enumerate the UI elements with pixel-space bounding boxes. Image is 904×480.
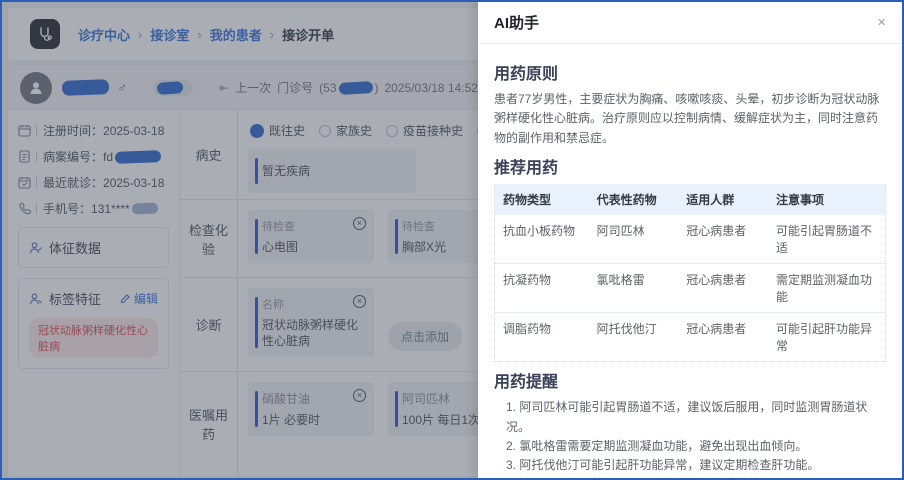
column-header: 注意事项 bbox=[768, 184, 885, 215]
table-cell: 冠心病患者 bbox=[678, 313, 768, 361]
table-header-row: 药物类型 代表性药物 适用人群 注意事项 bbox=[495, 184, 885, 215]
column-header: 适用人群 bbox=[678, 184, 768, 215]
table-row: 抗血小板药物 阿司匹林 冠心病患者 可能引起胃肠道不适 bbox=[495, 215, 885, 264]
reminders-list: 1. 阿司匹林可能引起胃肠道不适，建议饭后服用，同时监测胃肠道状况。 2. 氯吡… bbox=[506, 398, 886, 478]
table-cell: 调脂药物 bbox=[495, 313, 589, 361]
reminder-item: 2. 氯吡格雷需要定期监测凝血功能，避免出现出血倾向。 bbox=[506, 437, 886, 456]
table-row: 调脂药物 阿托伐他汀 冠心病患者 可能引起肝功能异常 bbox=[495, 313, 885, 361]
ai-drawer-body: 用药原则 患者77岁男性，主要症状为胸痛、咳嗽咳痰、头晕，初步诊断为冠状动脉粥样… bbox=[478, 44, 902, 478]
table-cell: 需定期监测凝血功能 bbox=[768, 264, 885, 312]
table-cell: 阿托伐他汀 bbox=[589, 313, 679, 361]
main-page: 诊疗中心 › 接诊室 › 我的患者 › 接诊开单 ♂ ⇤ 上一次 bbox=[2, 2, 478, 478]
table-cell: 抗血小板药物 bbox=[495, 215, 589, 263]
recommend-heading: 推荐用药 bbox=[494, 154, 886, 178]
table-cell: 阿司匹林 bbox=[589, 215, 679, 263]
ai-assistant-drawer: AI助手 × 用药原则 患者77岁男性，主要症状为胸痛、咳嗽咳痰、头晕，初步诊断… bbox=[478, 2, 902, 478]
reminder-item: 3. 阿托伐他汀可能引起肝功能异常，建议定期检查肝功能。 bbox=[506, 456, 886, 475]
reminders-heading: 用药提醒 bbox=[494, 368, 886, 392]
principles-text: 患者77岁男性，主要症状为胸痛、咳嗽咳痰、头晕，初步诊断为冠状动脉粥样硬化性心脏… bbox=[494, 90, 886, 148]
reminder-item: 1. 阿司匹林可能引起胃肠道不适，建议饭后服用，同时监测胃肠道状况。 bbox=[506, 398, 886, 436]
ai-drawer-title: AI助手 bbox=[494, 12, 539, 33]
table-cell: 冠心病患者 bbox=[678, 215, 768, 263]
table-cell: 冠心病患者 bbox=[678, 264, 768, 312]
table-cell: 可能引起胃肠道不适 bbox=[768, 215, 885, 263]
reminder-item: 4. 请遵医嘱服用药物，不可随意增减剂量或停药。 bbox=[506, 475, 886, 478]
table-cell: 抗凝药物 bbox=[495, 264, 589, 312]
table-cell: 可能引起肝功能异常 bbox=[768, 313, 885, 361]
recommend-table: 药物类型 代表性药物 适用人群 注意事项 抗血小板药物 阿司匹林 冠心病患者 可… bbox=[494, 184, 886, 362]
close-icon[interactable]: × bbox=[877, 15, 886, 30]
dim-overlay bbox=[2, 2, 478, 478]
column-header: 药物类型 bbox=[495, 184, 589, 215]
column-header: 代表性药物 bbox=[589, 184, 679, 215]
ai-drawer-header: AI助手 × bbox=[478, 2, 902, 44]
table-cell: 氯吡格雷 bbox=[589, 264, 679, 312]
principles-heading: 用药原则 bbox=[494, 60, 886, 84]
app-window: 诊疗中心 › 接诊室 › 我的患者 › 接诊开单 ♂ ⇤ 上一次 bbox=[0, 0, 904, 480]
table-row: 抗凝药物 氯吡格雷 冠心病患者 需定期监测凝血功能 bbox=[495, 264, 885, 313]
